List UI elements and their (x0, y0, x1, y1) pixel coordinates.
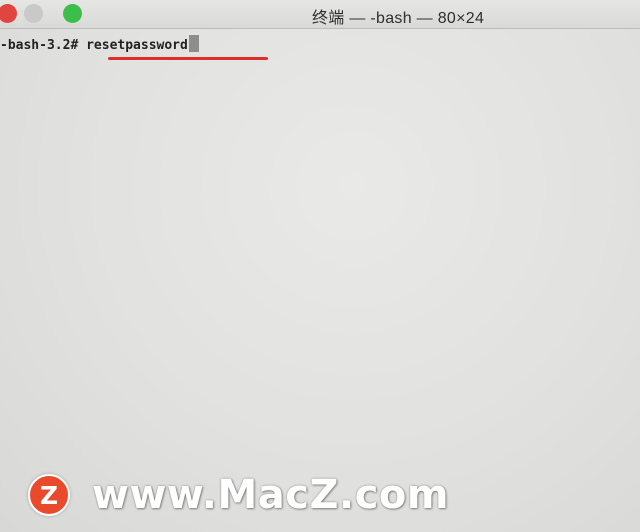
watermark-text: www.MacZ.com (92, 472, 450, 518)
minimize-button[interactable] (24, 4, 43, 23)
macz-logo-icon: Z (28, 474, 70, 516)
command-highlight-underline (108, 57, 268, 60)
shell-prompt: -bash-3.2# (0, 38, 87, 53)
typed-command: resetpassword (86, 38, 188, 53)
close-button[interactable] (0, 4, 17, 23)
text-cursor (188, 35, 199, 52)
title-bar: 终端 — -bash — 80×24 (0, 0, 640, 29)
terminal-line[interactable]: -bash-3.2# resetpassword (0, 35, 199, 53)
zoom-button[interactable] (63, 4, 82, 23)
watermark: Z www.MacZ.com (28, 470, 449, 520)
window-title: 终端 — -bash — 80×24 (312, 10, 485, 27)
terminal-window: 终端 — -bash — 80×24 -bash-3.2# resetpassw… (0, 0, 640, 532)
